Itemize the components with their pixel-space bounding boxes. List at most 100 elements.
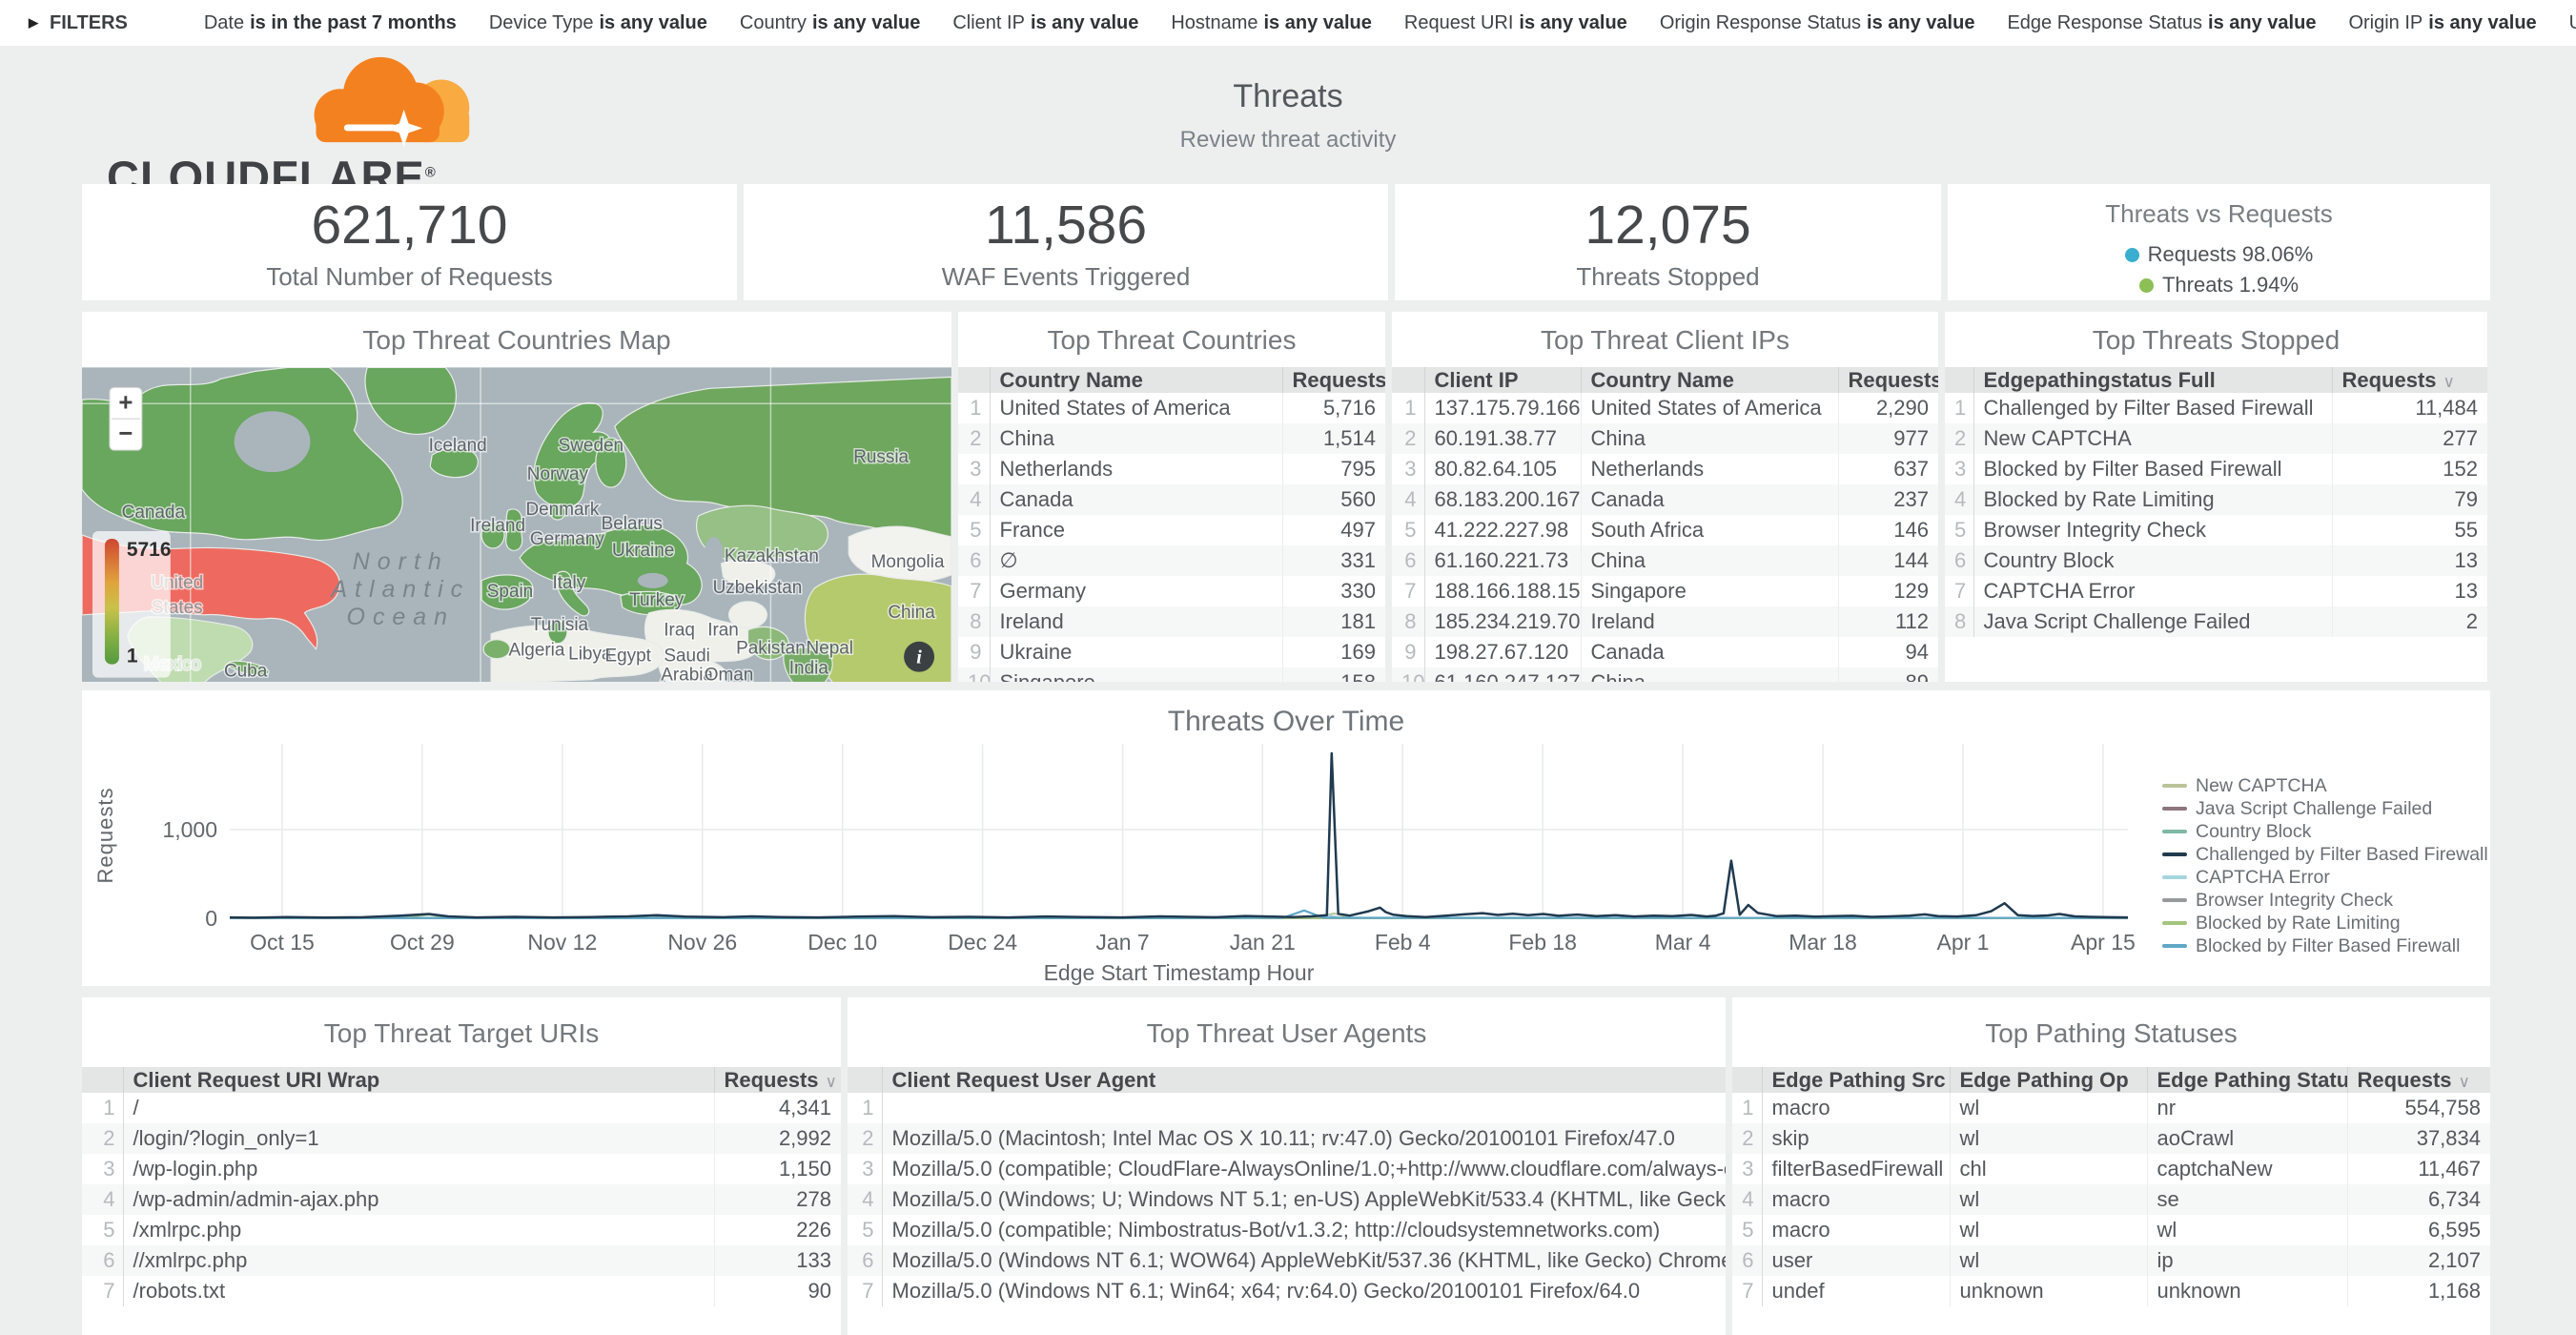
table-row[interactable]: 4macrowlse6,734 (1732, 1184, 2490, 1215)
table-row[interactable]: 4/wp-admin/admin-ajax.php278 (82, 1184, 841, 1215)
table-row[interactable]: 9198.27.67.120Canada94 (1392, 637, 1938, 668)
table-row[interactable]: 2skipwlaoCrawl37,834 (1732, 1123, 2490, 1154)
filter-item[interactable]: Countryis any value (740, 12, 920, 34)
tvr-legend-item: Requests 98.06% (2125, 242, 2314, 267)
top-threat-client-ips-table[interactable]: Client IPCountry NameRequests∨1137.175.7… (1392, 367, 1938, 682)
filter-item[interactable]: Request URIis any value (1404, 12, 1627, 34)
stats-row: 621,710 Total Number of Requests 11,586 … (82, 184, 2490, 300)
map-legend-max: 5716 (127, 539, 172, 561)
top-threat-user-agents-table[interactable]: Client Request User Agent12Mozilla/5.0 (… (848, 1067, 1726, 1306)
filter-item[interactable]: Origin IPis any value (2348, 12, 2536, 34)
table-row[interactable]: 1137.175.79.166United States of America2… (1392, 393, 1938, 423)
chart-legend-item[interactable]: Java Script Challenge Failed (2162, 797, 2488, 820)
filter-item[interactable]: Hostnameis any value (1171, 12, 1372, 34)
table-row[interactable]: 1/4,341 (82, 1093, 841, 1123)
top-threats-stopped-panel: Top Threats Stopped Edgepathingstatus Fu… (1945, 312, 2487, 682)
table-row[interactable]: 661.160.221.73China144 (1392, 545, 1938, 576)
table-row[interactable]: 6Country Block13 (1945, 545, 2487, 576)
filters-toggle[interactable]: ▶ FILTERS (29, 12, 128, 34)
chart-legend-item[interactable]: CAPTCHA Error (2162, 866, 2488, 889)
top-threat-target-uris-table[interactable]: Client Request URI WrapRequests∨1/4,3412… (82, 1067, 841, 1306)
chart-legend-item[interactable]: New CAPTCHA (2162, 774, 2488, 797)
table-row[interactable]: 8185.234.219.70Ireland112 (1392, 606, 1938, 637)
svg-text:Feb 18: Feb 18 (1508, 930, 1577, 955)
world-map[interactable]: CanadaUnitedStatesMexicoCubaIcelandIrela… (82, 367, 951, 682)
table-row[interactable]: 2/login/?login_only=12,992 (82, 1123, 841, 1154)
table-row[interactable]: 5Mozilla/5.0 (compatible; Nimbostratus-B… (848, 1215, 1726, 1245)
map-zoom-control[interactable]: + − (110, 387, 142, 450)
table-row[interactable]: 8Java Script Challenge Failed2 (1945, 606, 2487, 637)
table-row[interactable]: 260.191.38.77China977 (1392, 423, 1938, 454)
stat-label: WAF Events Triggered (744, 262, 1388, 292)
top-pathing-statuses-table[interactable]: Edge Pathing SrcEdge Pathing OpEdge Path… (1732, 1067, 2490, 1306)
chart-legend-item[interactable]: Blocked by Rate Limiting (2162, 912, 2488, 934)
table-row[interactable]: 1United States of America5,716 (958, 393, 1385, 423)
top-threats-stopped-table[interactable]: Edgepathingstatus FullRequests∨1Challeng… (1945, 367, 2487, 637)
svg-text:Dec 10: Dec 10 (808, 930, 877, 955)
table-row[interactable]: 8Ireland181 (958, 606, 1385, 637)
map-label: Egypt (605, 647, 652, 667)
filter-item[interactable]: Dateis in the past 7 months (204, 12, 457, 34)
table-row[interactable]: 4Canada560 (958, 484, 1385, 515)
filter-item[interactable]: Edge Response Statusis any value (2007, 12, 2316, 34)
sort-caret-icon[interactable]: ∨ (826, 1073, 837, 1091)
map-info-button[interactable]: i (904, 642, 934, 672)
table-row[interactable]: 3/wp-login.php1,150 (82, 1154, 841, 1184)
threats-over-time-chart[interactable]: Oct 15Oct 29Nov 12Nov 26Dec 10Dec 24Jan … (82, 690, 2490, 986)
chart-legend-item[interactable]: Blocked by Filter Based Firewall (2162, 934, 2488, 957)
table-row[interactable]: 380.82.64.105Netherlands637 (1392, 454, 1938, 484)
table-row[interactable]: 7CAPTCHA Error13 (1945, 576, 2487, 606)
table-row[interactable]: 6//xmlrpc.php133 (82, 1245, 841, 1276)
chart-legend-item[interactable]: Challenged by Filter Based Firewall (2162, 843, 2488, 866)
table-row[interactable]: 3Netherlands795 (958, 454, 1385, 484)
table-row[interactable]: 4Mozilla/5.0 (Windows; U; Windows NT 5.1… (848, 1184, 1726, 1215)
table-row[interactable]: 10Singapore158 (958, 668, 1385, 682)
table-row[interactable]: 6∅331 (958, 545, 1385, 576)
table-row[interactable]: 1Challenged by Filter Based Firewall11,4… (1945, 393, 2487, 423)
map-label: Iran (707, 621, 739, 641)
filter-item[interactable]: User Agentis any value (2569, 12, 2576, 34)
legend-line-icon (2162, 921, 2187, 926)
table-row[interactable]: 1 (848, 1093, 1726, 1123)
table-row[interactable]: 3Mozilla/5.0 (compatible; CloudFlare-Alw… (848, 1154, 1726, 1184)
table-row[interactable]: 6Mozilla/5.0 (Windows NT 6.1; WOW64) App… (848, 1245, 1726, 1276)
top-threat-countries-table[interactable]: Country NameRequests∨1United States of A… (958, 367, 1385, 682)
world-map-svg: CanadaUnitedStatesMexicoCubaIcelandIrela… (82, 367, 951, 682)
table-row[interactable]: 1macrowlnr554,758 (1732, 1093, 2490, 1123)
filter-item[interactable]: Client IPis any value (952, 12, 1138, 34)
map-label: Pakistan (736, 639, 806, 659)
sort-caret-icon[interactable]: ∨ (2443, 373, 2455, 391)
map-label: Norway (527, 464, 589, 484)
table-row[interactable]: 9Ukraine169 (958, 637, 1385, 668)
table-row[interactable]: 7Germany330 (958, 576, 1385, 606)
table-title: Top Threat User Agents (848, 997, 1726, 1067)
table-row[interactable]: 2China1,514 (958, 423, 1385, 454)
table-row[interactable]: 7undefunknownunknown1,168 (1732, 1276, 2490, 1306)
table-row[interactable]: 3filterBasedFirewallchlcaptchaNew11,467 (1732, 1154, 2490, 1184)
table-row[interactable]: 4Blocked by Rate Limiting79 (1945, 484, 2487, 515)
table-row[interactable]: 1061.160.247.127China89 (1392, 668, 1938, 682)
table-row[interactable]: 7Mozilla/5.0 (Windows NT 6.1; Win64; x64… (848, 1276, 1726, 1306)
bottom-row: Top Threat Target URIs Client Request UR… (82, 997, 2490, 1335)
table-row[interactable]: 3Blocked by Filter Based Firewall152 (1945, 454, 2487, 484)
table-row[interactable]: 5/xmlrpc.php226 (82, 1215, 841, 1245)
filter-item[interactable]: Origin Response Statusis any value (1660, 12, 1975, 34)
table-row[interactable]: 7188.166.188.152Singapore129 (1392, 576, 1938, 606)
filter-item[interactable]: Device Typeis any value (489, 12, 707, 34)
chart-legend-item[interactable]: Country Block (2162, 820, 2488, 843)
table-title: Top Threat Client IPs (1392, 312, 1938, 367)
table-row[interactable]: 7/robots.txt90 (82, 1276, 841, 1306)
table-row[interactable]: 5macrowlwl6,595 (1732, 1215, 2490, 1245)
table-row[interactable]: 5Browser Integrity Check55 (1945, 515, 2487, 545)
table-row[interactable]: 2New CAPTCHA277 (1945, 423, 2487, 454)
table-row[interactable]: 5France497 (958, 515, 1385, 545)
table-row[interactable]: 468.183.200.167Canada237 (1392, 484, 1938, 515)
table-row[interactable]: 541.222.227.98South Africa146 (1392, 515, 1938, 545)
threats-vs-requests-legend: Requests 98.06%Threats 1.94% (1948, 242, 2490, 298)
sort-caret-icon[interactable]: ∨ (2459, 1073, 2470, 1091)
table-row[interactable]: 2Mozilla/5.0 (Macintosh; Intel Mac OS X … (848, 1123, 1726, 1154)
table-row[interactable]: 6userwlip2,107 (1732, 1245, 2490, 1276)
chart-legend-item[interactable]: Browser Integrity Check (2162, 889, 2488, 912)
legend-line-icon (2162, 830, 2187, 834)
map-label: Turkey (629, 590, 685, 610)
